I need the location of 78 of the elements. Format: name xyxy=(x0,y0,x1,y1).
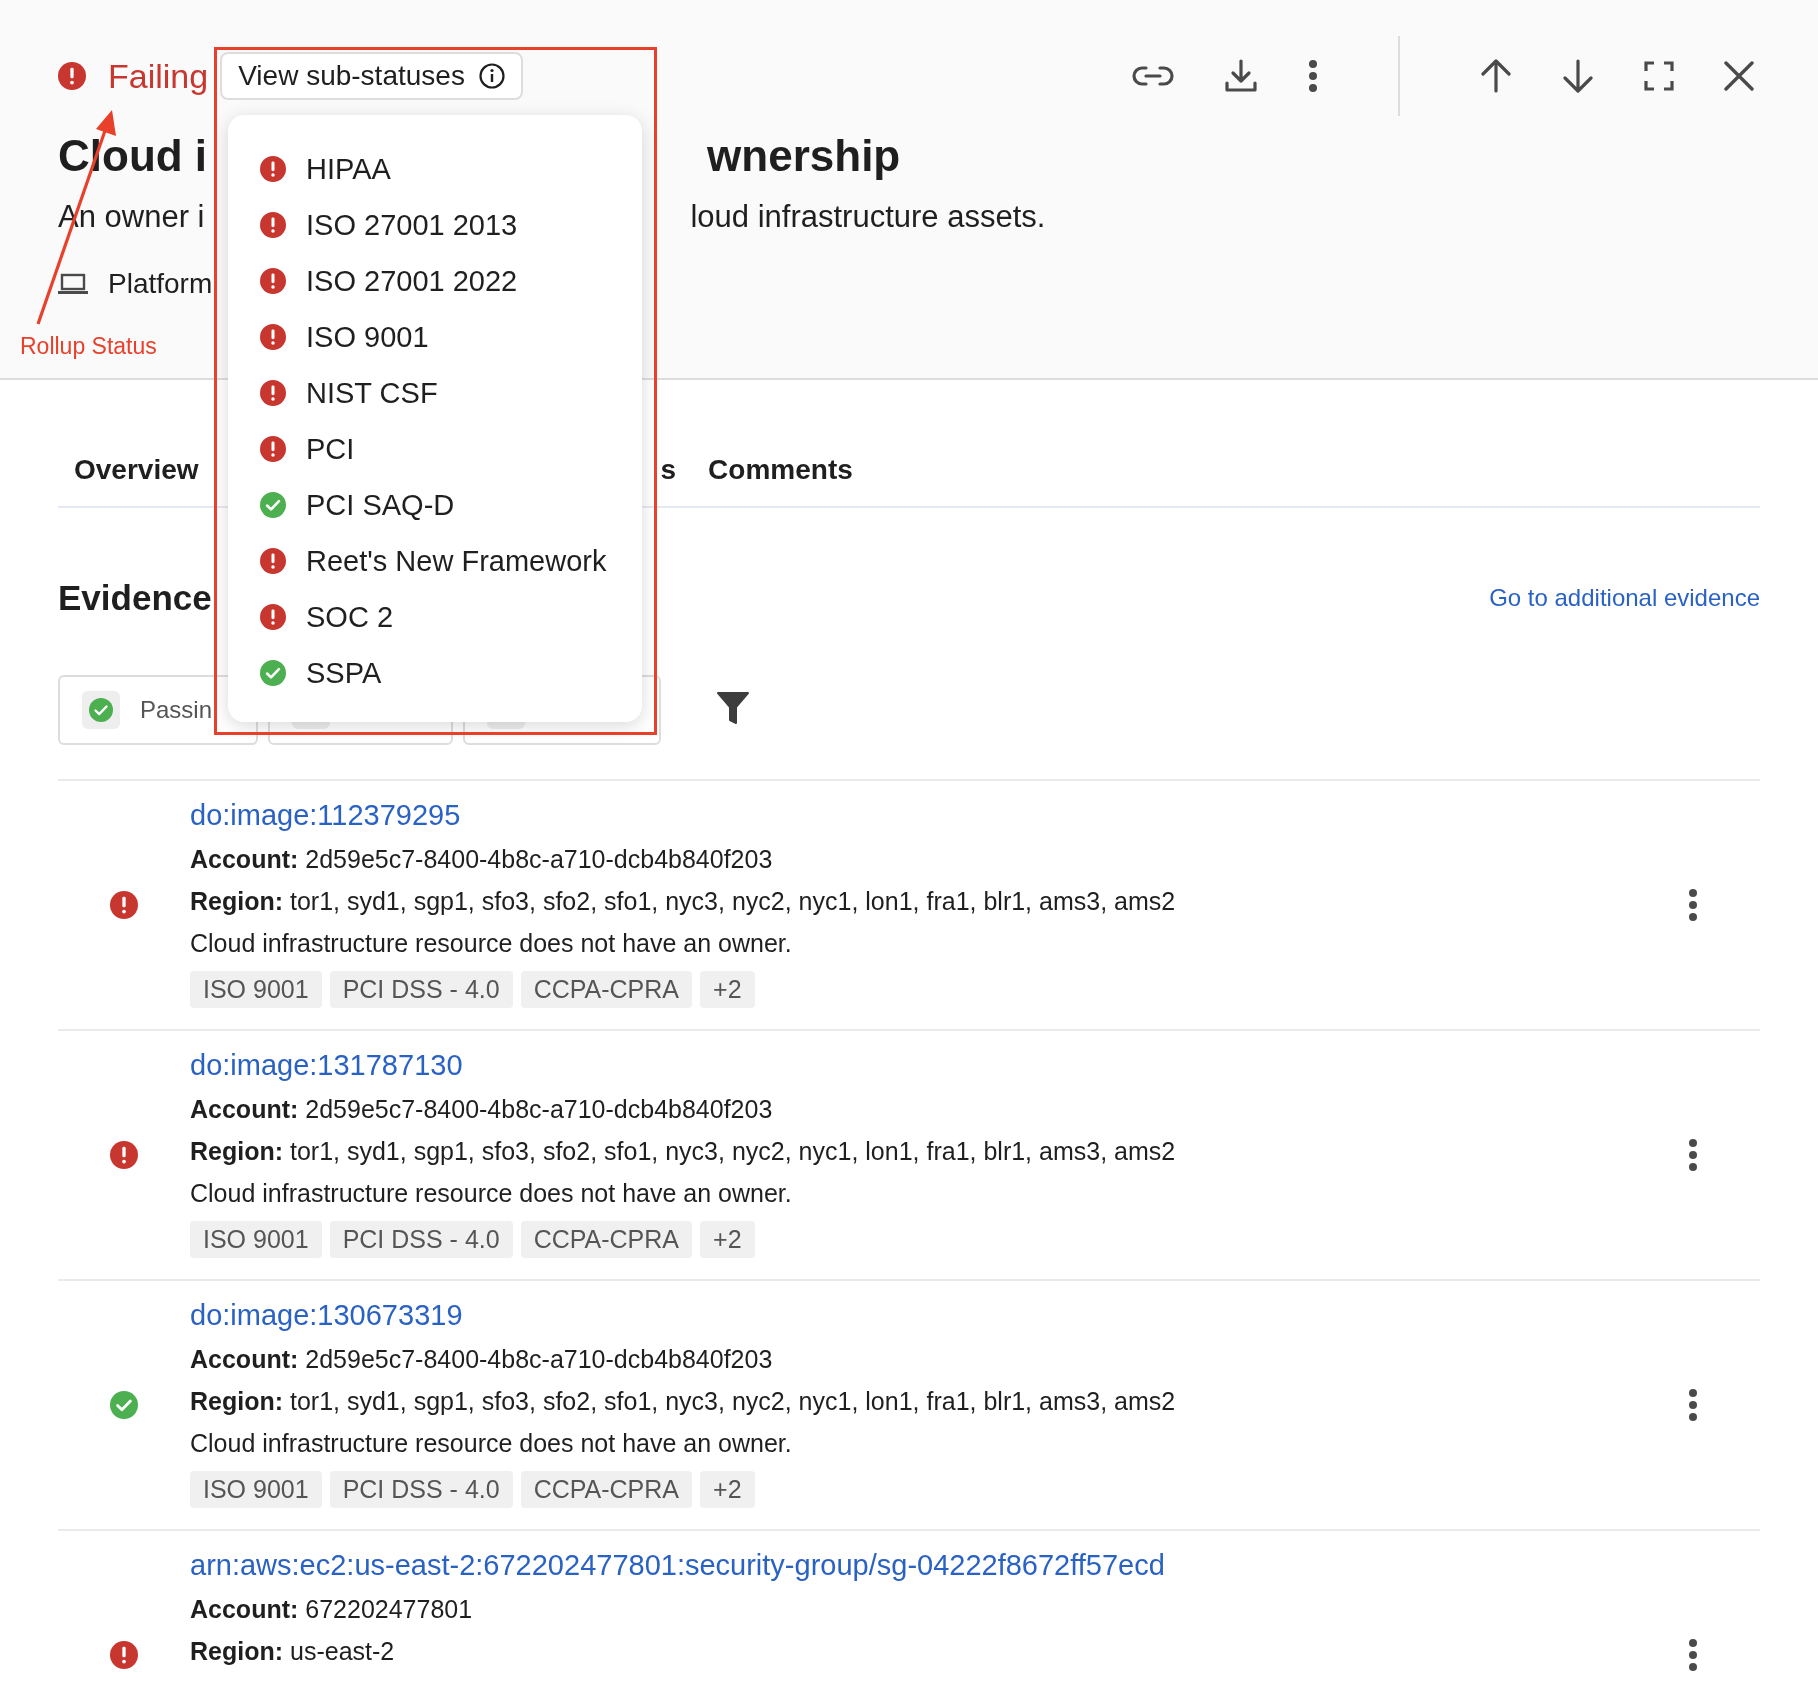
region-text: Region: tor1, syd1, sgp1, sfo3, sfo2, sfo1, nyc3, nyc2, nyc1, lon1, fra1, blr1, ams3, ams2 xyxy=(190,887,1177,916)
info-icon xyxy=(478,63,505,89)
account-text: Account: 2d59e5c7-8400-4b8c-a710-dcb4b840f203 xyxy=(190,845,774,874)
framework-name: NIST CSF xyxy=(306,376,438,410)
error-icon xyxy=(260,324,286,350)
view-sub-statuses-button[interactable]: View sub-statuses xyxy=(220,52,523,100)
account-text: Account: 672202477801 xyxy=(190,1595,474,1624)
fullscreen-icon[interactable] xyxy=(1644,61,1674,91)
framework-tag: PCI DSS - 4.0 xyxy=(329,1221,513,1258)
framework-tag: PCI DSS - 4.0 xyxy=(329,971,513,1008)
tab[interactable]: Overview xyxy=(58,453,215,486)
framework-tag: CCPA-CPRA xyxy=(520,1471,693,1508)
error-icon xyxy=(260,212,286,238)
account-text: Account: 2d59e5c7-8400-4b8c-a710-dcb4b840f203 xyxy=(190,1095,774,1124)
error-icon xyxy=(110,1641,138,1669)
framework-tag: CCPA-CPRA xyxy=(520,971,693,1008)
check-circle-icon xyxy=(110,1391,138,1419)
framework-tag: ISO 9001 xyxy=(190,1221,322,1258)
error-icon xyxy=(260,268,286,294)
section-heading: Evidence xyxy=(58,578,212,618)
arrow-up-icon[interactable] xyxy=(1480,59,1512,93)
framework-tag: PCI DSS - 4.0 xyxy=(329,1471,513,1508)
framework-tag: CCPA-CPRA xyxy=(520,1221,693,1258)
filter-icon[interactable] xyxy=(717,691,749,725)
error-icon xyxy=(260,380,286,406)
error-icon xyxy=(260,604,286,630)
framework-name: SSPA xyxy=(306,656,382,690)
page-title: wnership xyxy=(707,131,901,181)
check-circle-icon xyxy=(260,492,286,518)
arrow-down-icon[interactable] xyxy=(1562,59,1594,93)
description-text: loud infrastructure assets. xyxy=(690,199,1046,235)
finding-text: Cloud infrastructure resource does not have an owner. xyxy=(190,929,793,958)
framework-name: SOC 2 xyxy=(306,600,394,634)
framework-name: ISO 9001 xyxy=(306,320,429,354)
account-text: Account: 2d59e5c7-8400-4b8c-a710-dcb4b840f203 xyxy=(190,1345,774,1374)
region-text: Region: tor1, syd1, sgp1, sfo3, sfo2, sfo1, nyc3, nyc2, nyc1, lon1, fra1, blr1, ams3, ams2 xyxy=(190,1137,1177,1166)
platform-label: Platform xyxy=(108,268,213,300)
close-icon[interactable] xyxy=(1724,61,1754,91)
region-text: Region: tor1, syd1, sgp1, sfo3, sfo2, sfo1, nyc3, nyc2, nyc1, lon1, fra1, blr1, ams3, ams2 xyxy=(190,1387,1177,1416)
resource-link[interactable]: do:image:112379295 xyxy=(190,799,461,831)
framework-name: ISO 27001 2022 xyxy=(306,264,518,298)
framework-tag: +2 xyxy=(700,1471,755,1508)
download-icon[interactable] xyxy=(1224,59,1258,93)
framework-name: PCI SAQ-D xyxy=(306,488,455,522)
resource-link[interactable]: arn:aws:ec2:us-east-2:672202477801:security-group/sg-04222f8672ff57ecd xyxy=(190,1549,1165,1581)
finding-text: Cloud infrastructure resource does not have an owner. xyxy=(190,1429,793,1458)
check-circle-icon xyxy=(89,698,113,722)
framework-name: HIPAA xyxy=(306,152,391,186)
check-circle-icon xyxy=(260,660,286,686)
error-icon xyxy=(58,62,86,90)
link-icon[interactable] xyxy=(1132,64,1174,88)
more-icon[interactable] xyxy=(1688,1638,1698,1672)
error-icon xyxy=(110,1141,138,1169)
more-icon[interactable] xyxy=(1688,1138,1698,1172)
resource-link[interactable]: do:image:130673319 xyxy=(190,1299,463,1331)
error-icon xyxy=(110,891,138,919)
tab[interactable]: s xyxy=(644,453,693,486)
additional-evidence-link[interactable]: Go to additional evidence xyxy=(1489,584,1760,612)
status-label: Failing xyxy=(108,56,209,96)
framework-name: ISO 27001 2013 xyxy=(306,208,518,242)
framework-name: PCI xyxy=(306,432,355,466)
more-icon[interactable] xyxy=(1688,888,1698,922)
framework-tag: ISO 9001 xyxy=(190,971,322,1008)
framework-name: Reet's New Framework xyxy=(306,544,607,578)
laptop-icon xyxy=(58,273,88,295)
error-icon xyxy=(260,548,286,574)
more-icon[interactable] xyxy=(1308,59,1318,93)
framework-tag: +2 xyxy=(700,1221,755,1258)
finding-text: Cloud infrastructure resource does not have an owner. xyxy=(190,1179,793,1208)
framework-tag: ISO 9001 xyxy=(190,1471,322,1508)
tab[interactable]: Comments xyxy=(692,453,869,486)
more-icon[interactable] xyxy=(1688,1388,1698,1422)
resource-link[interactable]: do:image:131787130 xyxy=(190,1049,463,1081)
framework-tag: +2 xyxy=(700,971,755,1008)
error-icon xyxy=(260,436,286,462)
error-icon xyxy=(260,156,286,182)
region-text: Region: us-east-2 xyxy=(190,1637,396,1666)
annotation-label: Rollup Status xyxy=(20,333,157,360)
